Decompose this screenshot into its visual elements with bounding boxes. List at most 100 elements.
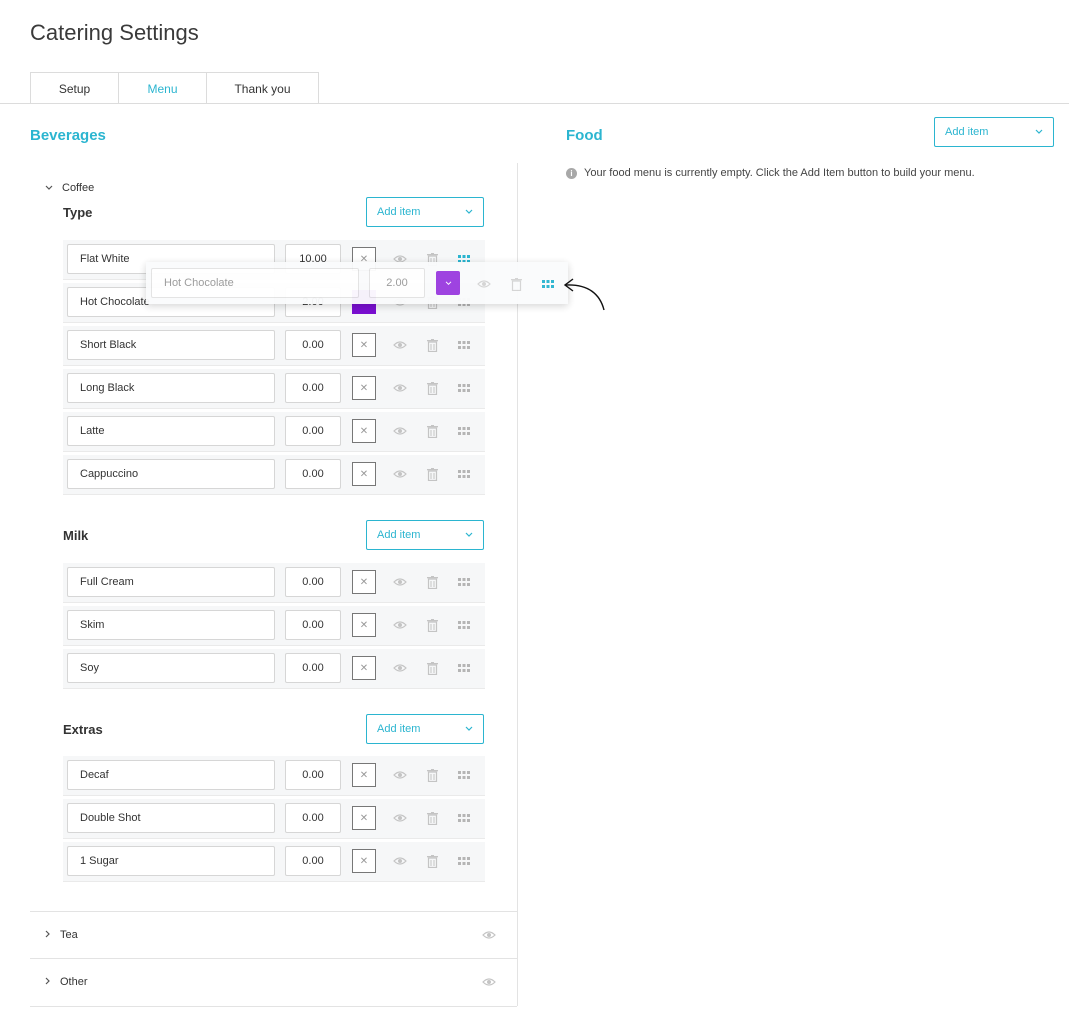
grip-icon[interactable] xyxy=(457,424,471,438)
add-item-button-type[interactable]: Add item xyxy=(366,197,484,227)
grip-icon[interactable] xyxy=(457,854,471,868)
item-row: ✕ xyxy=(63,649,485,689)
category-toggle-coffee[interactable]: Coffee xyxy=(45,182,94,194)
close-icon: ✕ xyxy=(359,812,369,824)
close-icon: ✕ xyxy=(359,576,369,588)
eye-icon[interactable] xyxy=(393,338,407,352)
item-price-input[interactable] xyxy=(285,846,341,876)
tab-thank-you[interactable]: Thank you xyxy=(207,72,319,104)
color-picker[interactable]: ✕ xyxy=(352,376,376,400)
add-item-button-extras[interactable]: Add item xyxy=(366,714,484,744)
food-empty-message: Your food menu is currently empty. Click… xyxy=(584,167,975,179)
grip-icon[interactable] xyxy=(457,575,471,589)
category-label-other: Other xyxy=(60,976,88,988)
color-picker[interactable]: ✕ xyxy=(352,570,376,594)
item-row: ✕ xyxy=(63,412,485,452)
grip-icon[interactable] xyxy=(457,618,471,632)
add-item-button-food[interactable]: Add item xyxy=(934,117,1054,147)
grip-icon[interactable] xyxy=(457,768,471,782)
item-price-input[interactable] xyxy=(285,803,341,833)
eye-icon[interactable] xyxy=(482,975,496,989)
eye-icon[interactable] xyxy=(393,811,407,825)
item-row: ✕ xyxy=(63,799,485,839)
eye-icon[interactable] xyxy=(393,575,407,589)
eye-icon[interactable] xyxy=(393,854,407,868)
trash-icon[interactable] xyxy=(425,424,439,438)
item-price-input[interactable] xyxy=(285,567,341,597)
trash-icon[interactable] xyxy=(425,338,439,352)
trash-icon[interactable] xyxy=(425,618,439,632)
add-item-label: Add item xyxy=(945,126,989,138)
eye-icon[interactable] xyxy=(393,618,407,632)
grip-icon[interactable] xyxy=(457,338,471,352)
item-price-input[interactable] xyxy=(285,653,341,683)
eye-icon[interactable] xyxy=(482,928,496,942)
item-price-input[interactable] xyxy=(285,416,341,446)
item-row: ✕ xyxy=(63,563,485,603)
color-picker[interactable]: ✕ xyxy=(352,333,376,357)
grip-icon[interactable] xyxy=(457,467,471,481)
eye-icon[interactable] xyxy=(393,768,407,782)
chevron-down-icon xyxy=(465,724,473,735)
color-picker[interactable]: ✕ xyxy=(352,462,376,486)
trash-icon[interactable] xyxy=(425,575,439,589)
close-icon: ✕ xyxy=(359,662,369,674)
food-empty-notice: i Your food menu is currently empty. Cli… xyxy=(566,167,975,179)
grip-icon[interactable] xyxy=(457,381,471,395)
item-price-input[interactable] xyxy=(285,760,341,790)
chevron-right-icon xyxy=(45,930,51,941)
close-icon: ✕ xyxy=(359,855,369,867)
item-name-input[interactable] xyxy=(67,760,275,790)
item-name-input[interactable] xyxy=(67,373,275,403)
item-price-input xyxy=(369,268,425,298)
trash-icon[interactable] xyxy=(425,381,439,395)
item-price-input[interactable] xyxy=(285,610,341,640)
item-price-input[interactable] xyxy=(285,330,341,360)
tab-setup[interactable]: Setup xyxy=(30,72,119,104)
item-name-input[interactable] xyxy=(67,846,275,876)
close-icon: ✕ xyxy=(359,382,369,394)
item-name-input[interactable] xyxy=(67,330,275,360)
item-price-input[interactable] xyxy=(285,373,341,403)
item-name-input[interactable] xyxy=(67,653,275,683)
color-picker[interactable]: ✕ xyxy=(352,656,376,680)
item-row: ✕ xyxy=(63,369,485,409)
add-item-button-milk[interactable]: Add item xyxy=(366,520,484,550)
group-title-type: Type xyxy=(63,205,93,220)
category-row-other: Other xyxy=(30,958,517,1007)
trash-icon[interactable] xyxy=(425,811,439,825)
color-picker[interactable]: ✕ xyxy=(352,419,376,443)
add-item-label: Add item xyxy=(377,723,421,735)
chevron-down-icon xyxy=(465,207,473,218)
grip-icon[interactable] xyxy=(457,811,471,825)
eye-icon[interactable] xyxy=(393,467,407,481)
beverages-heading: Beverages xyxy=(30,127,106,144)
category-toggle-tea[interactable]: Tea xyxy=(45,929,78,941)
eye-icon[interactable] xyxy=(393,661,407,675)
item-name-input[interactable] xyxy=(67,459,275,489)
item-name-input[interactable] xyxy=(67,416,275,446)
item-name-input[interactable] xyxy=(67,610,275,640)
drag-ghost-row[interactable] xyxy=(146,262,568,304)
chevron-down-icon xyxy=(465,530,473,541)
trash-icon[interactable] xyxy=(425,467,439,481)
trash-icon[interactable] xyxy=(425,661,439,675)
color-picker[interactable]: ✕ xyxy=(352,763,376,787)
trash-icon[interactable] xyxy=(425,768,439,782)
category-toggle-other[interactable]: Other xyxy=(45,976,88,988)
item-price-input[interactable] xyxy=(285,459,341,489)
tab-menu[interactable]: Menu xyxy=(119,72,207,104)
grip-icon[interactable] xyxy=(457,661,471,675)
chevron-down-icon xyxy=(445,280,451,285)
eye-icon[interactable] xyxy=(393,381,407,395)
item-name-input[interactable] xyxy=(67,803,275,833)
item-name-input[interactable] xyxy=(67,567,275,597)
trash-icon[interactable] xyxy=(425,854,439,868)
color-picker[interactable]: ✕ xyxy=(352,613,376,637)
item-row: ✕ xyxy=(63,842,485,882)
color-picker[interactable]: ✕ xyxy=(352,849,376,873)
color-picker[interactable]: ✕ xyxy=(352,806,376,830)
eye-icon[interactable] xyxy=(393,424,407,438)
add-item-label: Add item xyxy=(377,206,421,218)
food-heading: Food xyxy=(566,127,603,144)
